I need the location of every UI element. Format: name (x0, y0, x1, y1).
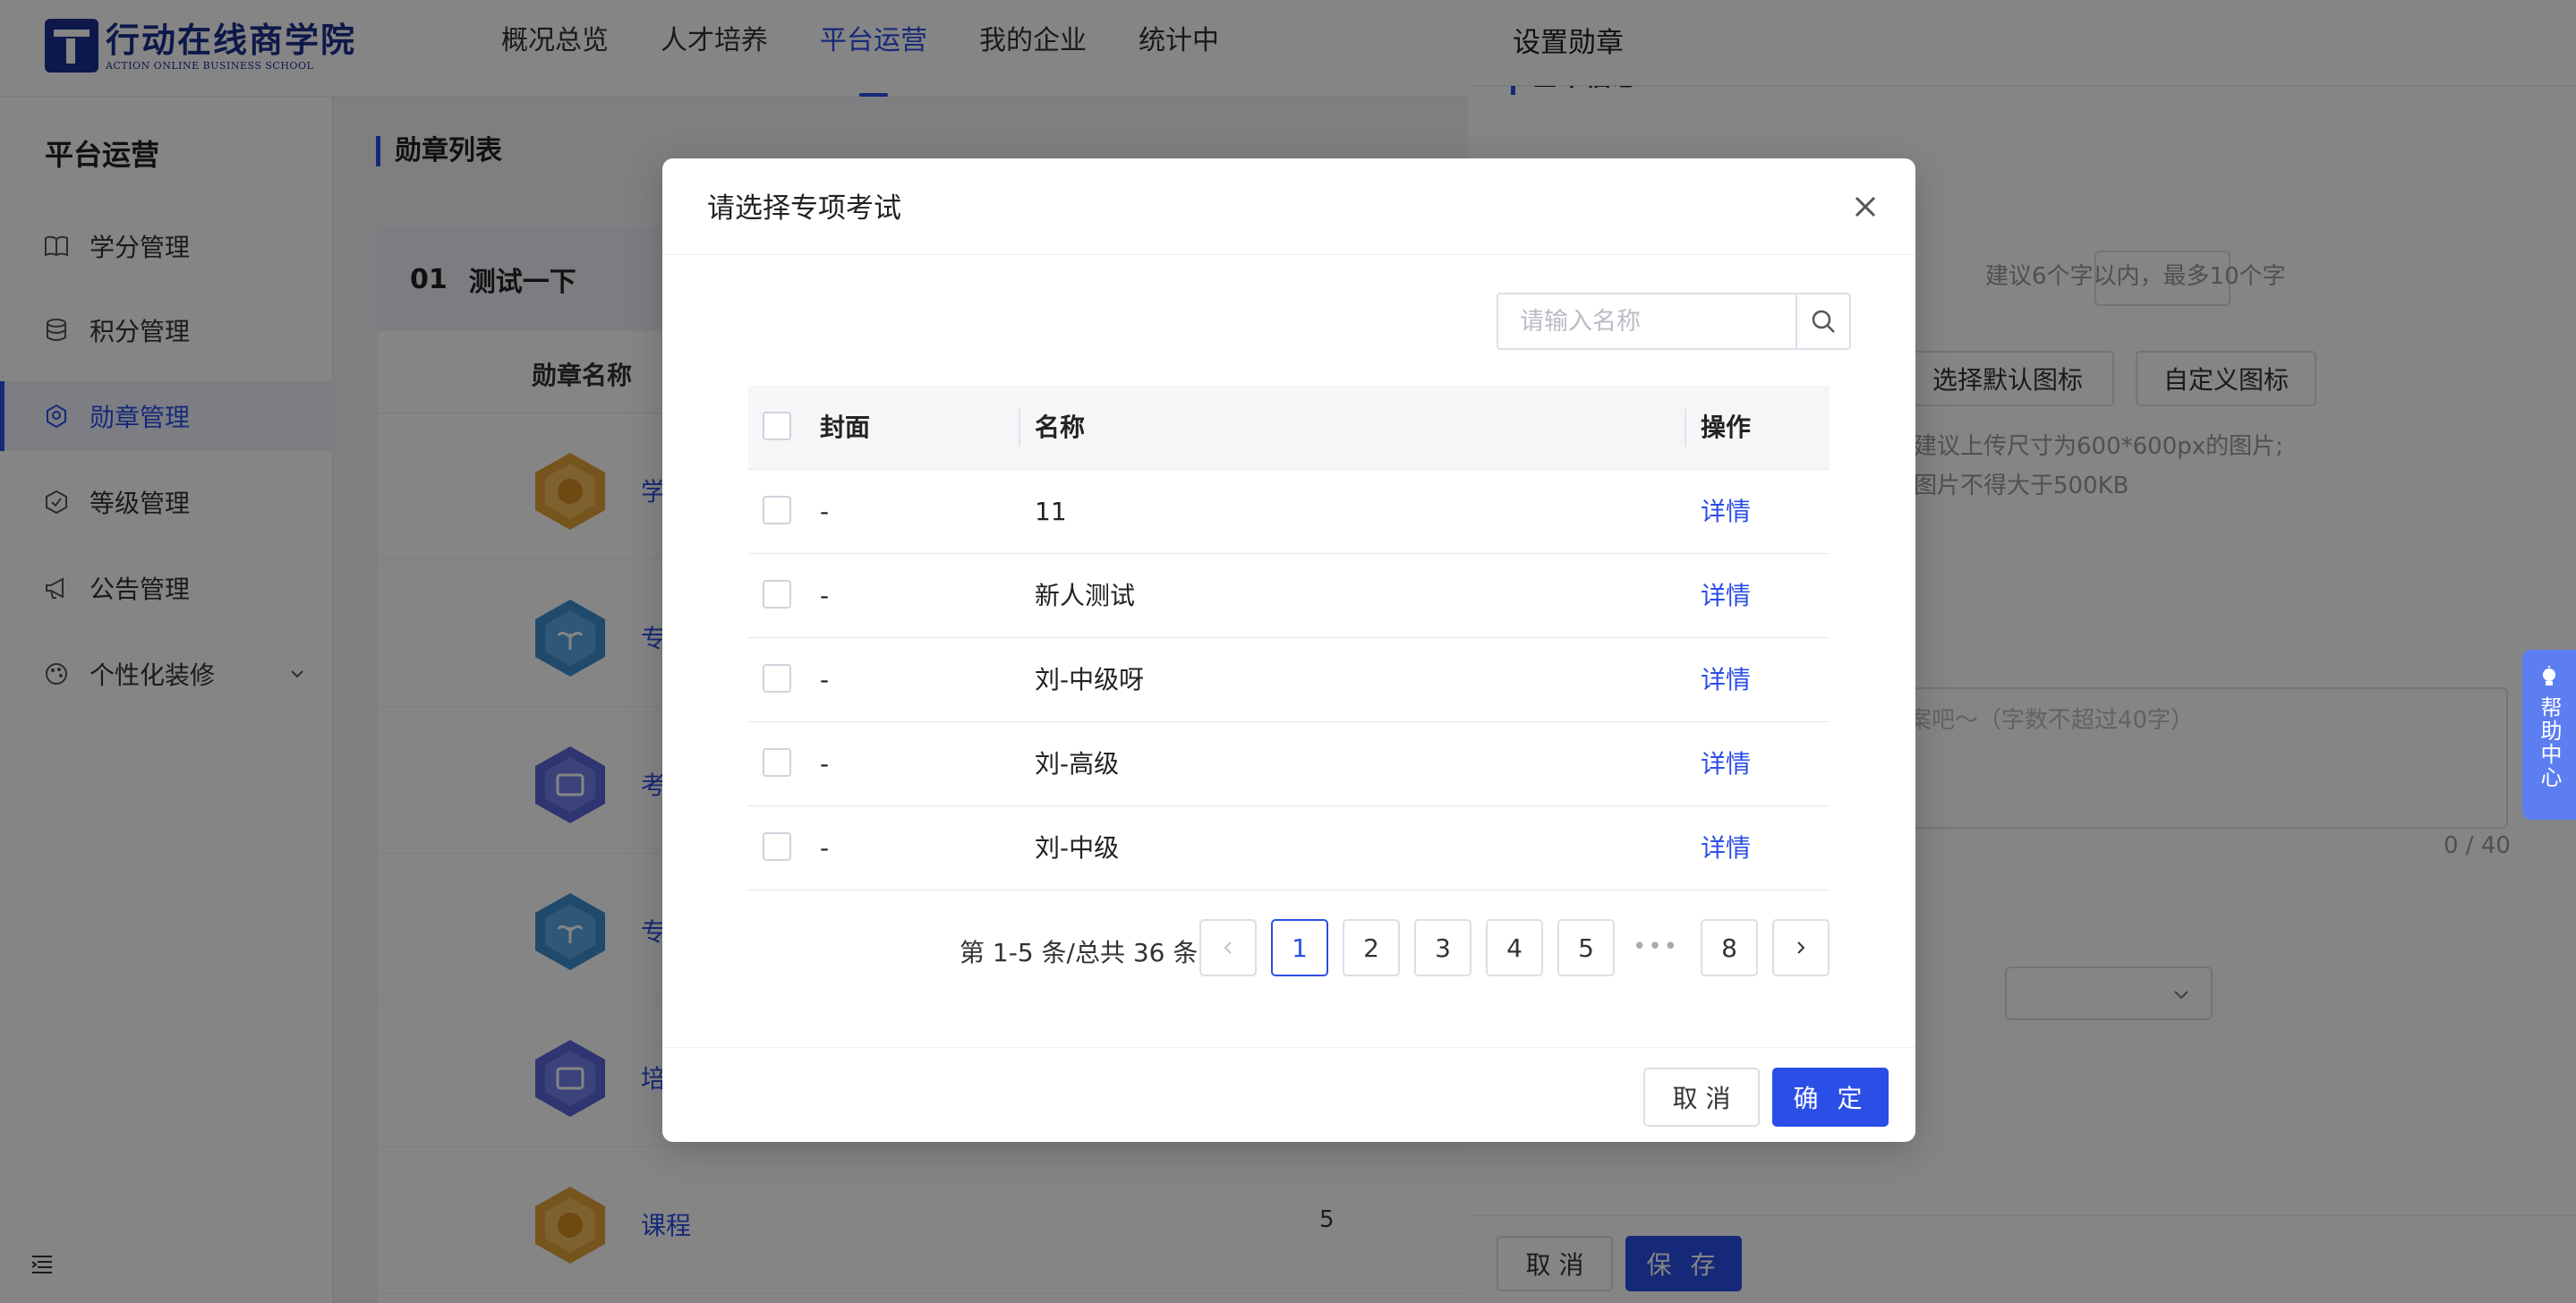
table-row: - 11 详情 (748, 470, 1830, 554)
row-cover: - (820, 497, 830, 526)
table-row: - 刘-中级 详情 (748, 806, 1830, 890)
search-button[interactable] (1796, 294, 1849, 348)
row-checkbox[interactable] (763, 580, 791, 609)
modal-cancel-button[interactable]: 取 消 (1643, 1068, 1760, 1127)
search-field (1497, 293, 1851, 350)
table-row: - 刘-中级呀 详情 (748, 638, 1830, 722)
page-button-2[interactable]: 2 (1343, 919, 1400, 976)
modal-footer: 取 消 确 定 (662, 1047, 1915, 1142)
row-name: 11 (1035, 497, 1067, 526)
row-checkbox[interactable] (763, 832, 791, 861)
page-button-last[interactable]: 8 (1701, 919, 1758, 976)
search-input[interactable] (1498, 294, 1796, 348)
row-cover: - (820, 581, 830, 610)
row-checkbox[interactable] (763, 748, 791, 777)
detail-link[interactable]: 详情 (1701, 470, 1751, 554)
detail-link[interactable]: 详情 (1701, 638, 1751, 722)
modal-confirm-button[interactable]: 确 定 (1772, 1068, 1889, 1127)
exam-table: 封面 名称 操作 - 11 详情 - 新人测试 详情 - 刘-中级呀 详情 - (748, 386, 1830, 890)
row-cover: - (820, 833, 830, 863)
chevron-right-icon (1797, 941, 1805, 954)
table-header: 封面 名称 操作 (748, 386, 1830, 470)
column-name: 名称 (1035, 413, 1086, 442)
search-icon (1812, 310, 1835, 333)
pagination: 第 1-5 条/总共 36 条 1 2 3 4 5 ••• 8 (662, 919, 1915, 978)
detail-link[interactable]: 详情 (1701, 722, 1751, 806)
row-cover: - (820, 665, 830, 694)
help-center-tab[interactable]: 帮助中心 (2522, 650, 2576, 820)
detail-link[interactable]: 详情 (1701, 554, 1751, 638)
select-all-checkbox[interactable] (763, 412, 791, 440)
row-name: 刘-中级 (1035, 833, 1120, 863)
page-button-3[interactable]: 3 (1414, 919, 1471, 976)
row-name: 刘-高级 (1035, 749, 1120, 779)
prev-page-button[interactable] (1199, 919, 1257, 976)
pagination-total: 第 1-5 条/总共 36 条 (960, 938, 1198, 967)
row-checkbox[interactable] (763, 496, 791, 524)
table-row: - 刘-高级 详情 (748, 722, 1830, 806)
table-row: - 新人测试 详情 (748, 554, 1830, 638)
detail-link[interactable]: 详情 (1701, 806, 1751, 890)
row-checkbox[interactable] (763, 664, 791, 693)
modal-header: 请选择专项考试 (662, 158, 1915, 255)
page-button-5[interactable]: 5 (1557, 919, 1615, 976)
column-cover: 封面 (820, 413, 871, 442)
select-exam-modal: 请选择专项考试 封面 名称 操作 - 11 详情 - 新人测试 详情 (662, 158, 1915, 1142)
lightbulb-icon (2543, 666, 2555, 686)
help-center-label: 帮助中心 (2537, 696, 2562, 789)
close-icon[interactable] (1849, 191, 1881, 223)
column-divider (1019, 409, 1020, 447)
row-name: 刘-中级呀 (1035, 665, 1145, 694)
row-cover: - (820, 749, 830, 779)
column-operation: 操作 (1701, 413, 1752, 442)
column-divider (1685, 409, 1686, 447)
modal-title: 请选择专项考试 (707, 192, 901, 225)
row-name: 新人测试 (1035, 581, 1136, 610)
chevron-left-icon (1224, 941, 1232, 954)
pagination-ellipsis[interactable]: ••• (1633, 933, 1679, 960)
next-page-button[interactable] (1772, 919, 1830, 976)
page-button-1[interactable]: 1 (1271, 919, 1328, 976)
page-button-4[interactable]: 4 (1486, 919, 1543, 976)
